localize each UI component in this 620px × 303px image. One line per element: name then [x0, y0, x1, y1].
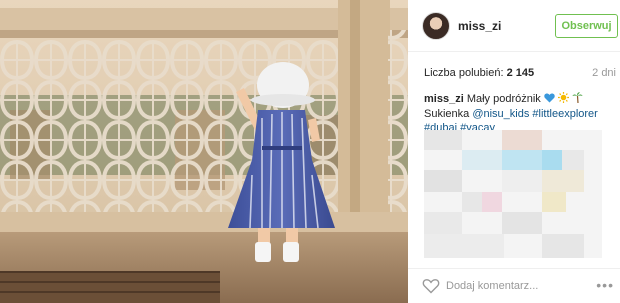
caption-username[interactable]: miss_zi — [424, 93, 464, 105]
hashtag-littleexplorer[interactable]: #littleexplorer — [532, 108, 597, 120]
sun-icon — [557, 92, 569, 107]
post-photo[interactable] — [0, 0, 408, 303]
post-side-panel: miss_zi Obserwuj Liczba polubień: 2 145 … — [408, 0, 620, 303]
post-footer: ••• — [408, 268, 620, 303]
likes-count[interactable]: Liczba polubień: 2 145 — [424, 67, 534, 79]
balcony-scene — [0, 0, 408, 303]
post-time[interactable]: 2 dni — [592, 67, 616, 79]
caption: miss_zi Mały podróżnik Sukienka @nisu_ki… — [424, 92, 614, 135]
follow-button[interactable]: Obserwuj — [555, 14, 618, 38]
mention-link[interactable]: @nisu_kids — [472, 108, 529, 120]
username-link[interactable]: miss_zi — [458, 19, 501, 33]
comment-input[interactable] — [446, 277, 586, 295]
palm-tree-icon — [572, 92, 583, 107]
likes-number: 2 145 — [506, 67, 535, 79]
more-options-icon[interactable]: ••• — [596, 277, 614, 293]
heart-icon[interactable] — [422, 277, 440, 295]
caption-text: Mały podróżnik — [466, 93, 541, 105]
post-header: miss_zi Obserwuj — [408, 0, 620, 52]
likes-label: Liczba polubień: — [424, 67, 504, 79]
blurred-comments — [424, 130, 602, 258]
avatar[interactable] — [422, 12, 450, 40]
blue-heart-icon — [544, 93, 555, 107]
caption-line2-prefix: Sukienka — [424, 108, 470, 120]
